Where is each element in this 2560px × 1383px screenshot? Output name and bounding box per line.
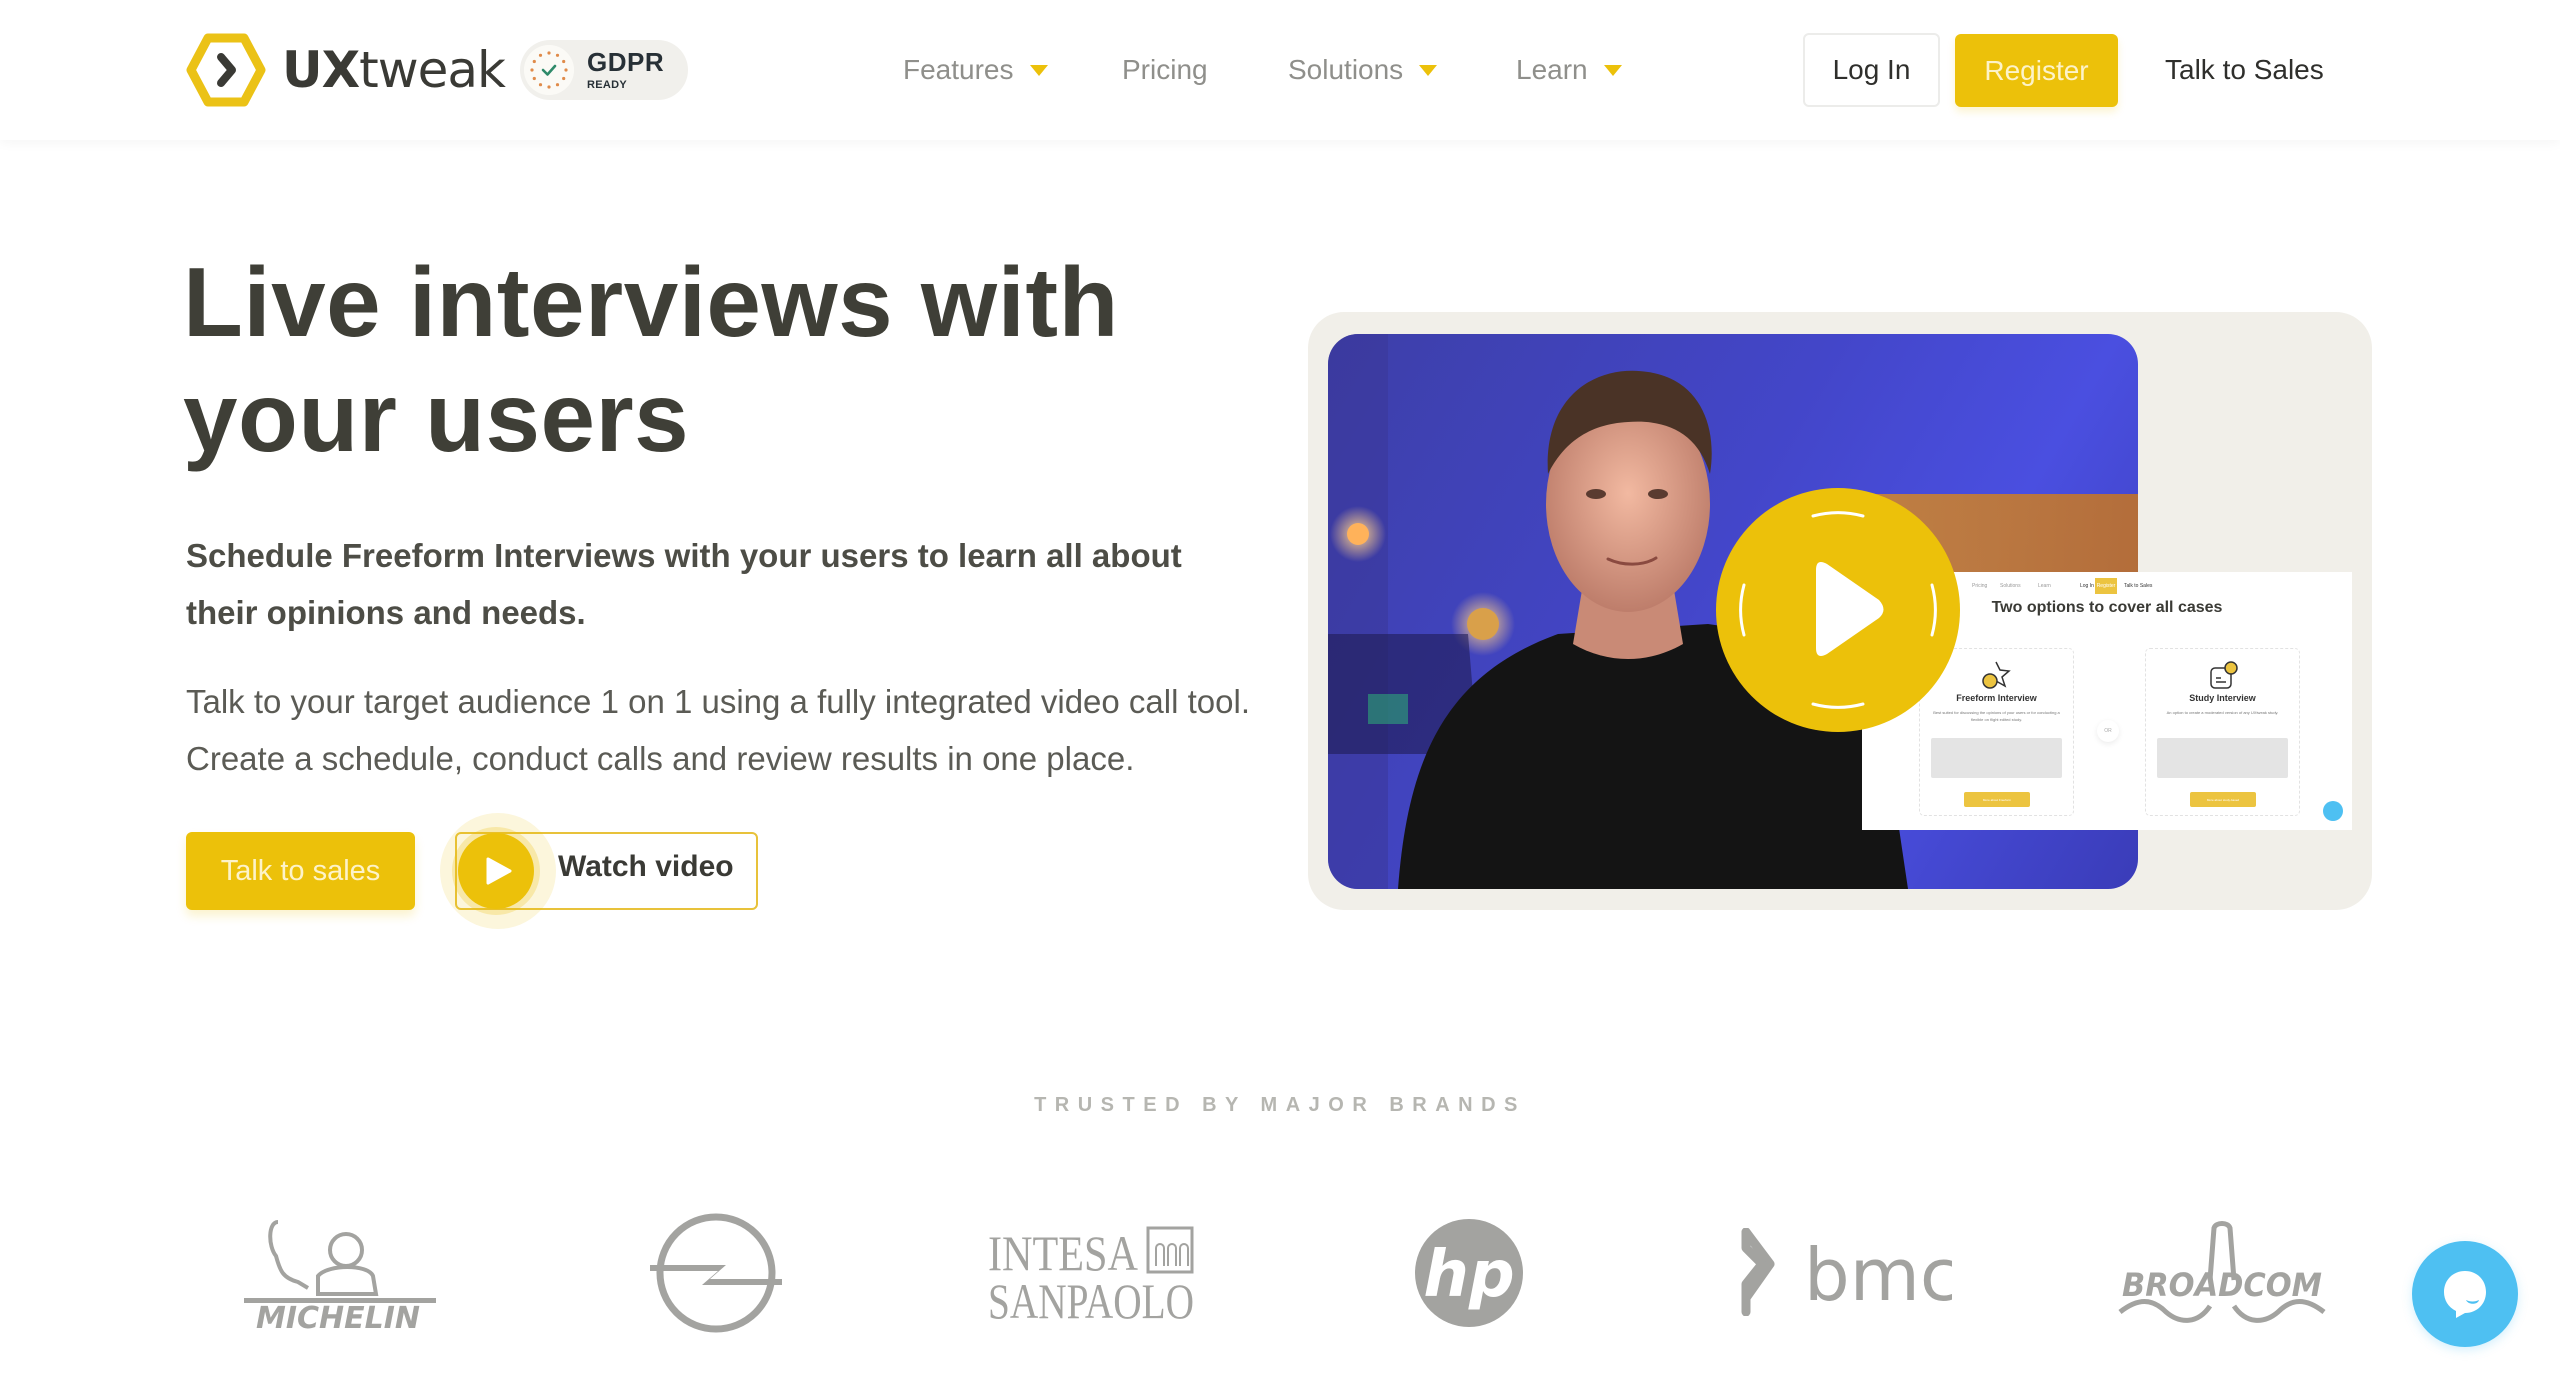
svg-text:BROADCOM: BROADCOM [2122, 1266, 2322, 1304]
overlay-card-bullets [1931, 738, 2062, 778]
play-icon [486, 857, 512, 885]
overlay-or: OR [2097, 720, 2119, 742]
video-play-button[interactable] [1716, 488, 1960, 732]
talk-to-sales-link[interactable]: Talk to Sales [2165, 48, 2324, 92]
brand-michelin-logo: MICHELIN [238, 1216, 440, 1332]
nav-features-label: Features [903, 54, 1014, 85]
overlay-nav-item: Pricing [1972, 583, 1988, 589]
login-button[interactable]: Log In [1803, 33, 1940, 107]
brand-hp-logo: hp [1414, 1218, 1524, 1328]
caret-down-icon [1419, 64, 1438, 76]
hero-title: Live interviews with your users [183, 247, 1119, 472]
site-header: UXtweak GDPR READY Features Pricing Solu [0, 0, 2560, 140]
brand-opel-logo [648, 1205, 784, 1341]
nav-solutions-label: Solutions [1288, 54, 1404, 85]
register-button[interactable]: Register [1955, 34, 2118, 107]
overlay-card-button: More about Freeform [1964, 792, 2030, 807]
overlay-nav-item: Solutions [2000, 583, 2021, 589]
svg-text:SANPAOLO: SANPAOLO [988, 1273, 1194, 1322]
study-chat-icon [2210, 661, 2238, 689]
talk-to-sales-button[interactable]: Talk to sales [186, 832, 415, 910]
overlay-card-desc: An option to create a moderated version … [2166, 710, 2279, 715]
brand-broadcom-logo: BROADCOM [2118, 1220, 2328, 1324]
overlay-nav-item: Learn [2038, 583, 2051, 589]
play-icon [1739, 511, 1937, 709]
overlay-card-study: Study Interview An option to create a mo… [2145, 648, 2300, 816]
watch-video-play[interactable] [458, 833, 534, 909]
chat-widget-button[interactable] [2412, 1241, 2518, 1347]
caret-down-icon [1603, 64, 1622, 76]
overlay-card-button: More about study-based [2190, 792, 2256, 807]
overlay-chat-icon [2323, 801, 2343, 821]
overlay-nav-item: Talk to Sales [2124, 583, 2153, 589]
nav-pricing[interactable]: Pricing [1122, 54, 1208, 86]
svg-text:MICHELIN: MICHELIN [256, 1301, 420, 1332]
overlay-nav-item: Log In [2080, 583, 2094, 589]
hero-lead: Schedule Freeform Interviews with your u… [186, 537, 1182, 631]
brand-intesa-sanpaolo-logo: INTESA SANPAOLO [988, 1226, 1200, 1322]
hero-description: Talk to your target audience 1 on 1 usin… [186, 683, 1250, 777]
watch-video-label: Watch video [558, 850, 734, 883]
chat-bubble-icon [2444, 1271, 2486, 1318]
nav-features[interactable]: Features [903, 54, 1048, 86]
overlay-card-title: Study Interview [2189, 693, 2256, 703]
freeform-star-icon [1982, 661, 2011, 689]
brand-bmc-logo: bmc [1740, 1228, 1952, 1316]
svg-text:hp: hp [1423, 1238, 1514, 1312]
overlay-nav-item: Register [2095, 578, 2117, 594]
nav-pricing-label: Pricing [1122, 54, 1208, 85]
trusted-heading: TRUSTED BY MAJOR BRANDS [1034, 1094, 1526, 1116]
nav-learn[interactable]: Learn [1516, 54, 1622, 86]
overlay-card-bullets [2157, 738, 2288, 778]
nav-solutions[interactable]: Solutions [1288, 54, 1438, 86]
svg-text:bmc: bmc [1804, 1233, 1952, 1316]
nav-learn-label: Learn [1516, 54, 1588, 85]
caret-down-icon [1029, 64, 1048, 76]
